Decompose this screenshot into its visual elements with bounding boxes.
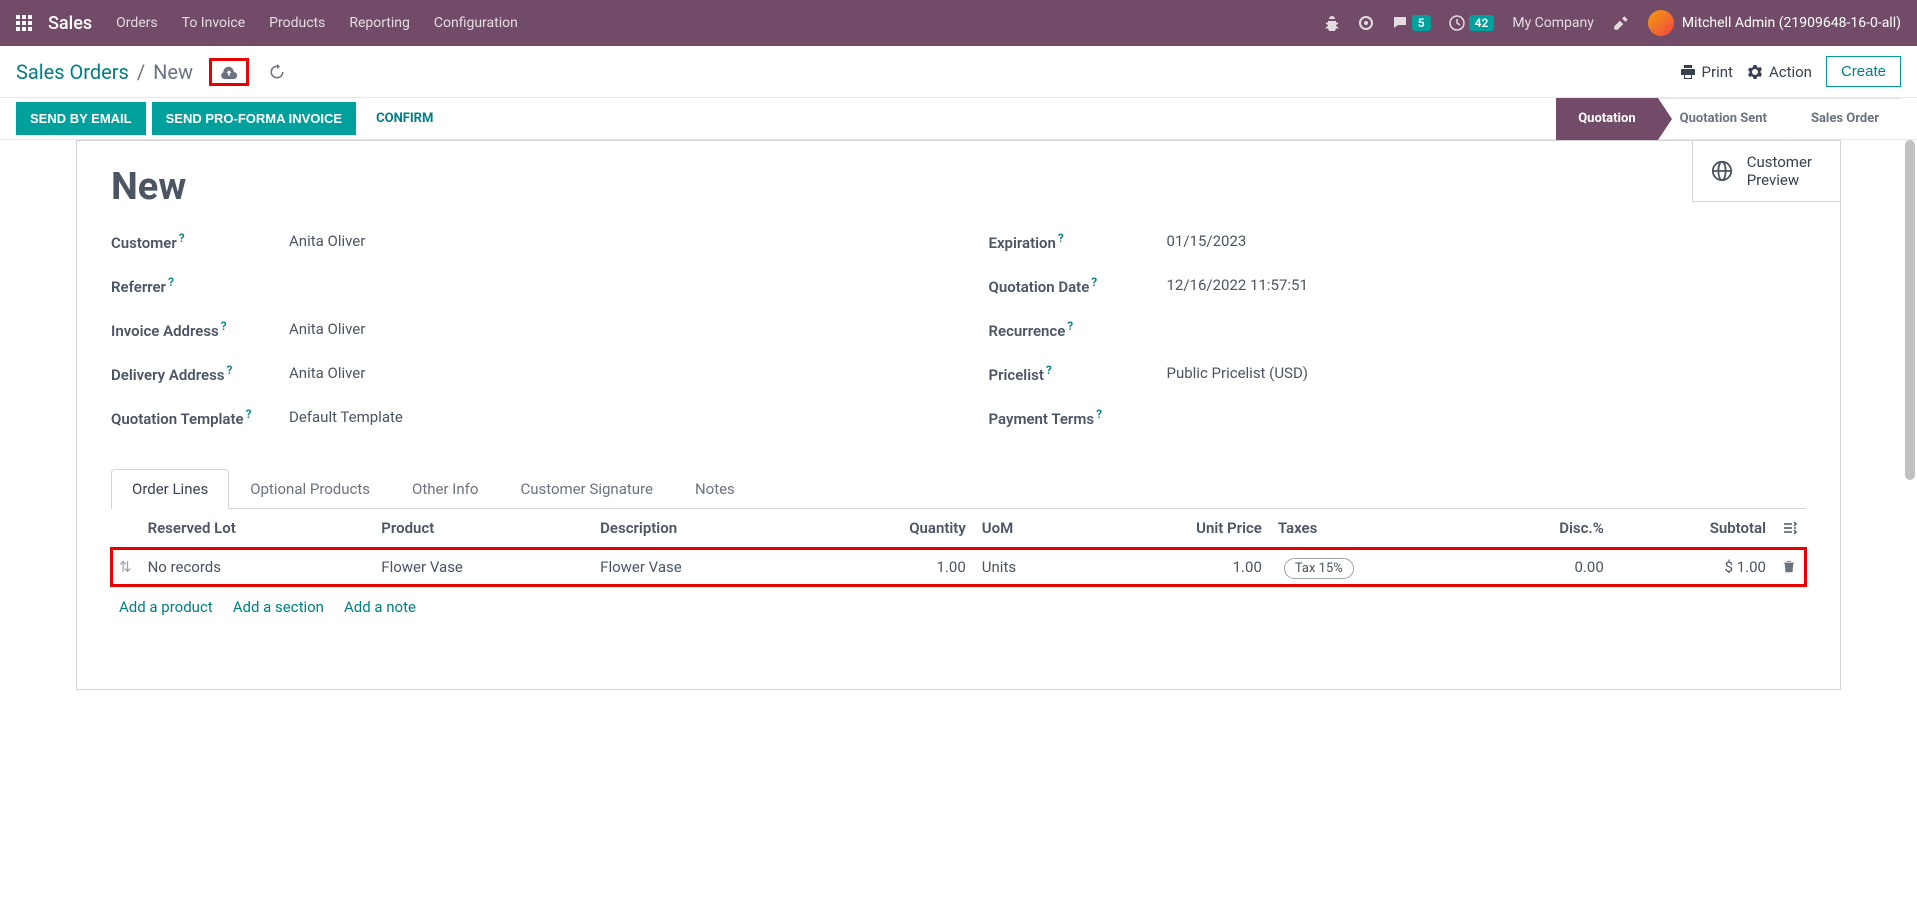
- nav-configuration[interactable]: Configuration: [434, 15, 518, 31]
- th-description[interactable]: Description: [592, 509, 811, 548]
- delete-row-icon[interactable]: [1782, 560, 1798, 574]
- send-email-button[interactable]: Send by Email: [16, 102, 146, 135]
- activities-icon[interactable]: 42: [1449, 15, 1495, 31]
- label-expiration: Expiration?: [989, 231, 1167, 252]
- label-quotation-template: Quotation Template?: [111, 407, 289, 428]
- order-lines-table: Reserved Lot Product Description Quantit…: [111, 509, 1806, 586]
- form-sheet: Customer Preview New Customer? Anita Oli…: [76, 140, 1841, 690]
- tax-badge: Tax 15%: [1284, 558, 1354, 579]
- action-label: Action: [1769, 63, 1812, 81]
- send-proforma-button[interactable]: Send PRO-FORMA Invoice: [152, 102, 356, 135]
- th-unit-price[interactable]: Unit Price: [1087, 509, 1270, 548]
- nav-to-invoice[interactable]: To Invoice: [182, 15, 246, 31]
- tab-notes[interactable]: Notes: [674, 469, 756, 508]
- field-delivery-address[interactable]: Anita Oliver: [289, 364, 365, 382]
- breadcrumb-current: New: [153, 60, 193, 84]
- cell-uom[interactable]: Units: [974, 548, 1087, 587]
- print-button[interactable]: Print: [1680, 63, 1733, 81]
- add-product-link[interactable]: Add a product: [119, 598, 213, 616]
- label-referrer: Referrer?: [111, 275, 289, 296]
- cell-taxes[interactable]: Tax 15%: [1270, 548, 1476, 587]
- th-reserved-lot[interactable]: Reserved Lot: [140, 509, 374, 548]
- tools-icon[interactable]: [1612, 14, 1630, 32]
- th-taxes[interactable]: Taxes: [1270, 509, 1476, 548]
- label-customer: Customer?: [111, 231, 289, 252]
- th-disc[interactable]: Disc.%: [1476, 509, 1612, 548]
- label-pricelist: Pricelist?: [989, 363, 1167, 384]
- company-selector[interactable]: My Company: [1512, 15, 1594, 31]
- label-quotation-date: Quotation Date?: [989, 275, 1167, 296]
- cell-quantity[interactable]: 1.00: [811, 548, 974, 587]
- label-delivery-address: Delivery Address?: [111, 363, 289, 384]
- field-quotation-template[interactable]: Default Template: [289, 408, 403, 426]
- preview-line2: Preview: [1747, 171, 1812, 189]
- messages-icon[interactable]: 5: [1392, 15, 1431, 31]
- cell-description[interactable]: Flower Vase: [592, 548, 811, 587]
- page-title: New: [111, 165, 1806, 209]
- cell-product[interactable]: Flower Vase: [373, 548, 592, 587]
- tab-customer-signature[interactable]: Customer Signature: [499, 469, 674, 508]
- user-name: Mitchell Admin (21909648-16-0-all): [1682, 15, 1901, 31]
- avatar: [1648, 10, 1674, 36]
- th-settings[interactable]: [1774, 509, 1806, 548]
- messages-badge: 5: [1412, 15, 1431, 31]
- th-quantity[interactable]: Quantity: [811, 509, 974, 548]
- add-note-link[interactable]: Add a note: [344, 598, 416, 616]
- field-expiration[interactable]: 01/15/2023: [1167, 232, 1247, 250]
- confirm-button[interactable]: Confirm: [362, 102, 447, 135]
- save-button[interactable]: [209, 58, 249, 86]
- brand-label: Sales: [48, 13, 92, 34]
- breadcrumb-separator: /: [137, 60, 145, 84]
- field-invoice-address[interactable]: Anita Oliver: [289, 320, 365, 338]
- status-bar: Quotation Quotation Sent Sales Order: [1556, 98, 1901, 140]
- nav-orders[interactable]: Orders: [116, 15, 158, 31]
- th-uom[interactable]: UoM: [974, 509, 1087, 548]
- customer-preview-button[interactable]: Customer Preview: [1692, 141, 1840, 202]
- bug-icon[interactable]: [1324, 15, 1340, 31]
- th-subtotal[interactable]: Subtotal: [1612, 509, 1774, 548]
- cell-subtotal: $ 1.00: [1612, 548, 1774, 587]
- globe-icon: [1711, 160, 1733, 182]
- status-quotation[interactable]: Quotation: [1556, 98, 1657, 140]
- cell-reserved-lot[interactable]: No records: [140, 548, 374, 587]
- field-pricelist[interactable]: Public Pricelist (USD): [1167, 364, 1309, 382]
- label-recurrence: Recurrence?: [989, 319, 1167, 340]
- label-invoice-address: Invoice Address?: [111, 319, 289, 340]
- top-navbar: Sales Orders To Invoice Products Reporti…: [0, 0, 1917, 46]
- create-button[interactable]: Create: [1826, 56, 1901, 87]
- scrollbar[interactable]: [1905, 140, 1915, 480]
- label-payment-terms: Payment Terms?: [989, 407, 1167, 428]
- tab-optional-products[interactable]: Optional Products: [229, 469, 391, 508]
- settings-icon[interactable]: [1782, 520, 1798, 536]
- status-quotation-sent[interactable]: Quotation Sent: [1658, 98, 1789, 140]
- breadcrumb-bar: Sales Orders / New Print Action Create: [0, 46, 1917, 98]
- action-bar: Send by Email Send PRO-FORMA Invoice Con…: [0, 98, 1917, 140]
- table-row[interactable]: ⇅ No records Flower Vase Flower Vase 1.0…: [111, 548, 1806, 587]
- apps-icon[interactable]: [16, 15, 32, 31]
- activities-badge: 42: [1469, 15, 1495, 31]
- th-product[interactable]: Product: [373, 509, 592, 548]
- action-button[interactable]: Action: [1747, 63, 1812, 81]
- cell-unit-price[interactable]: 1.00: [1087, 548, 1270, 587]
- nav-reporting[interactable]: Reporting: [349, 15, 410, 31]
- support-icon[interactable]: [1358, 15, 1374, 31]
- nav-products[interactable]: Products: [269, 15, 325, 31]
- tab-order-lines[interactable]: Order Lines: [111, 469, 229, 509]
- cell-disc[interactable]: 0.00: [1476, 548, 1612, 587]
- field-customer[interactable]: Anita Oliver: [289, 232, 365, 250]
- drag-handle-icon[interactable]: ⇅: [119, 558, 132, 576]
- field-quotation-date[interactable]: 12/16/2022 11:57:51: [1167, 276, 1308, 294]
- breadcrumb-root[interactable]: Sales Orders: [16, 60, 129, 84]
- tabs: Order Lines Optional Products Other Info…: [111, 469, 1806, 509]
- preview-line1: Customer: [1747, 153, 1812, 171]
- status-sales-order[interactable]: Sales Order: [1789, 98, 1901, 140]
- user-menu[interactable]: Mitchell Admin (21909648-16-0-all): [1648, 10, 1901, 36]
- print-label: Print: [1702, 63, 1733, 81]
- discard-button[interactable]: [269, 64, 285, 80]
- add-section-link[interactable]: Add a section: [233, 598, 324, 616]
- tab-other-info[interactable]: Other Info: [391, 469, 499, 508]
